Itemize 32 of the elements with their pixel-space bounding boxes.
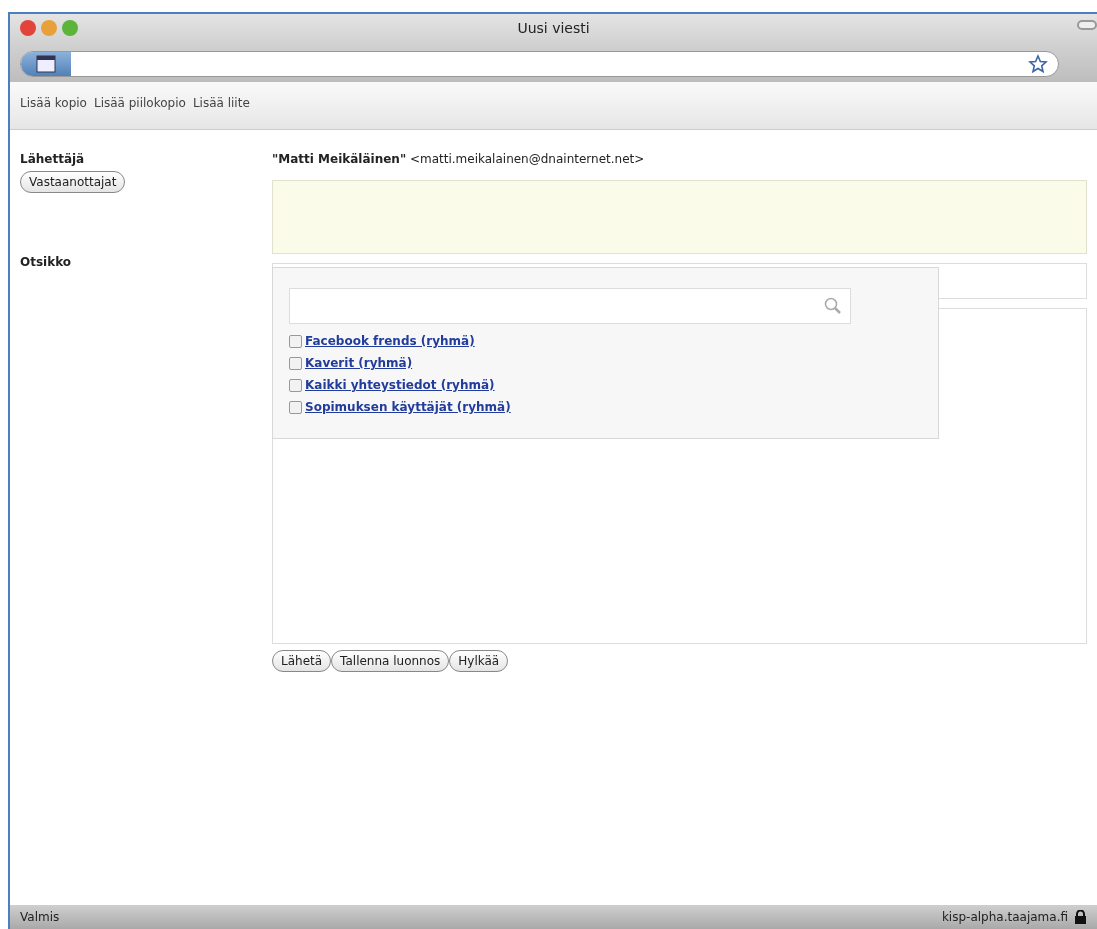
minimize-button[interactable] [41, 20, 57, 36]
recipients-field[interactable] [272, 180, 1087, 254]
group-link[interactable]: Facebook frends (ryhmä) [305, 332, 475, 350]
group-link[interactable]: Sopimuksen käyttäjät (ryhmä) [305, 398, 511, 416]
zoom-button[interactable] [62, 20, 78, 36]
form-button[interactable]: Lähetä [272, 650, 332, 672]
checkbox[interactable] [289, 334, 302, 348]
toolbar-link[interactable]: Lisää kopio [20, 94, 87, 117]
star-icon[interactable] [1028, 54, 1048, 74]
checkbox[interactable] [289, 400, 302, 414]
sender-label: Lähettäjä [20, 151, 86, 168]
page-icon [36, 55, 56, 73]
group-link[interactable]: Kaverit (ryhmä) [305, 354, 413, 372]
checkbox[interactable] [289, 378, 302, 392]
group-link[interactable]: Kaikki yhteystiedot (ryhmä) [305, 376, 495, 394]
close-button[interactable] [20, 20, 36, 36]
form-button[interactable]: Hylkää [449, 650, 509, 672]
search-icon [824, 297, 842, 315]
host-text: kisp-alpha.taajama.fi [941, 909, 1068, 926]
address-field[interactable] [20, 51, 1059, 77]
window-title: Uusi viesti [517, 20, 590, 36]
toolbar-toggle-button[interactable] [1077, 20, 1097, 30]
toolbar-link[interactable]: Lisää piilokopio [93, 94, 186, 117]
search-field[interactable] [289, 288, 851, 324]
lock-icon [1074, 910, 1087, 924]
checkbox[interactable] [289, 356, 302, 370]
form-button[interactable]: Tallenna luonnos [331, 650, 450, 672]
toolbar-link[interactable]: Lisää liite [192, 94, 250, 117]
recipients-button[interactable]: Vastaanottajat [20, 171, 126, 193]
status-text: Valmis [20, 909, 60, 926]
subject-label: Otsikko [20, 254, 73, 271]
sender-text: "Matti Meikäläinen" <matti.meikalainen@dnainternet.net> [272, 151, 646, 168]
